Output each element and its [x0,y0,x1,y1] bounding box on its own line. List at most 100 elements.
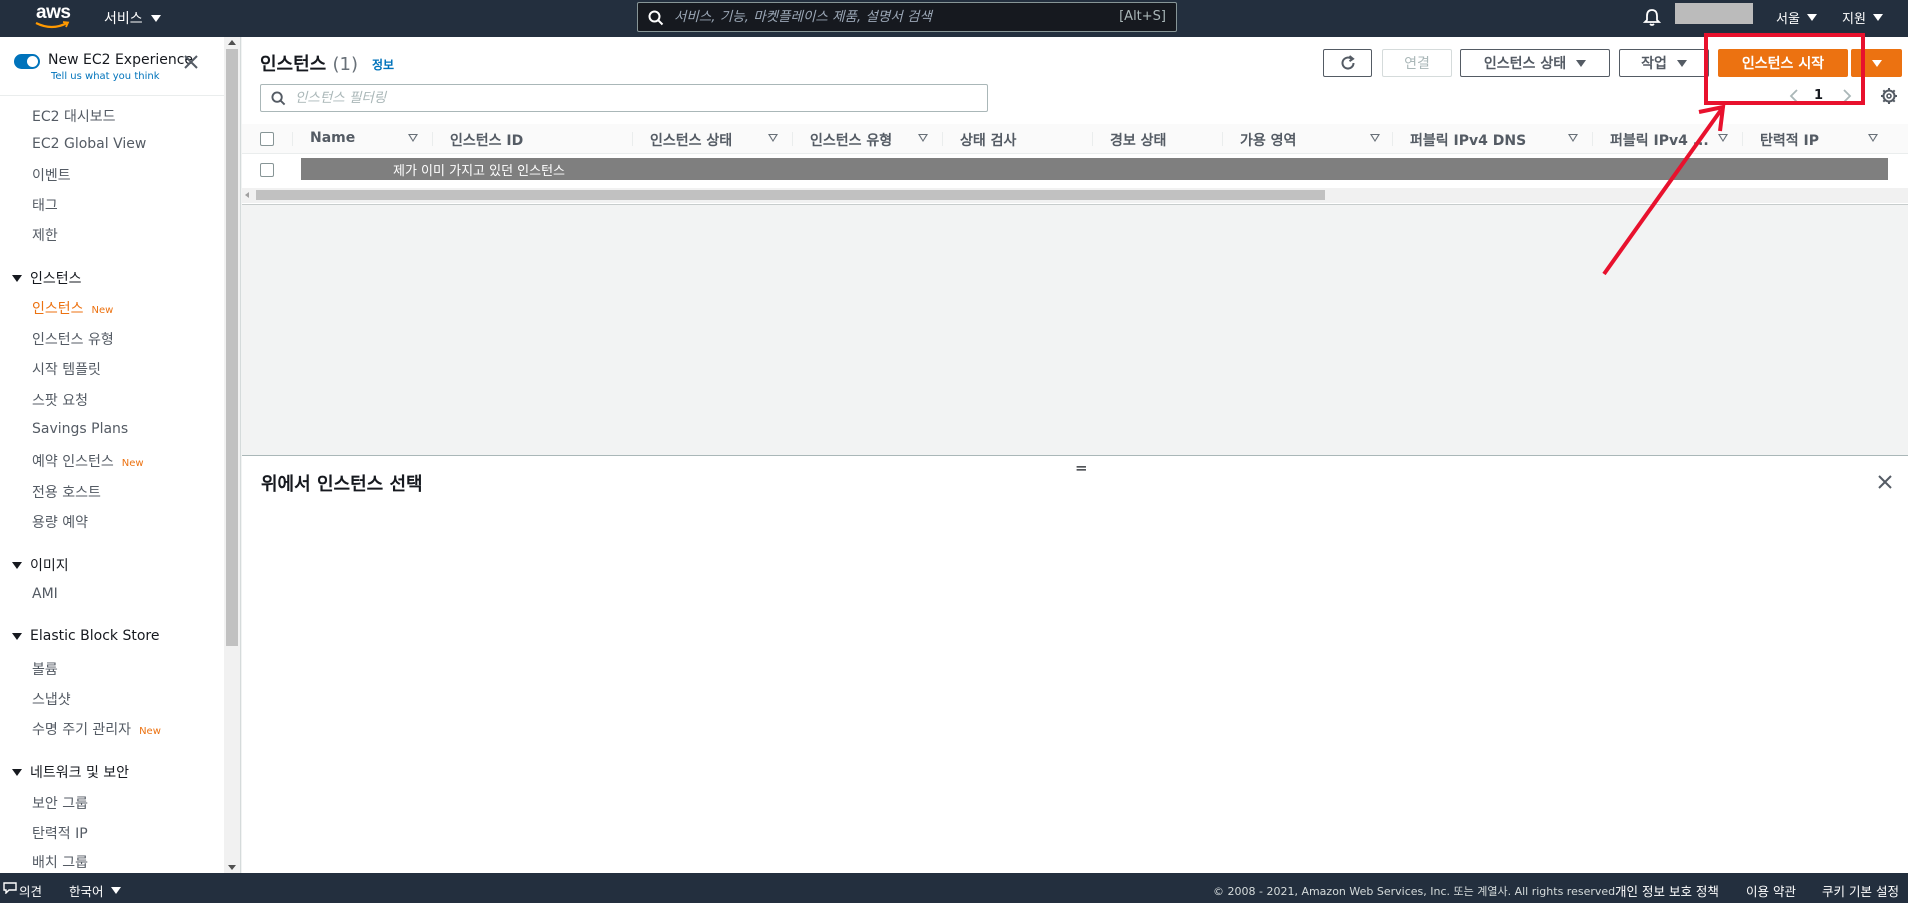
column-header-instance-type[interactable]: 인스턴스 유형 [810,130,892,150]
caret-down-icon [1872,14,1883,21]
resize-handle-icon[interactable]: = [1075,459,1088,477]
sidebar-item-limits[interactable]: 제한 [32,225,58,245]
feedback-link[interactable]: 의견 [19,881,42,900]
connect-button[interactable]: 연결 [1382,49,1452,77]
region-selector[interactable]: 서울 [1776,8,1817,27]
sidebar-item-tags[interactable]: 태그 [32,195,58,215]
new-experience-toggle[interactable] [14,54,40,69]
sidebar-item-security-groups[interactable]: 보안 그룹 [32,793,88,813]
sort-icon[interactable] [918,134,928,142]
sidebar-divider [0,95,224,96]
column-header-elastic-ip[interactable]: 탄력적 IP [1760,130,1819,150]
search-shortcut-hint: [Alt+S] [1119,9,1166,24]
search-icon [271,91,286,106]
caret-down-icon [1806,14,1817,21]
column-header-instance-id[interactable]: 인스턴스 ID [450,130,523,150]
close-icon[interactable] [1878,475,1892,489]
sort-icon[interactable] [768,134,778,142]
caret-down-icon [1676,59,1687,67]
scroll-down-icon[interactable] [228,865,236,870]
instance-filter[interactable] [260,84,988,112]
refresh-icon [1341,55,1355,70]
sidebar-item-savings-plans[interactable]: Savings Plans [32,421,128,437]
language-selector[interactable]: 한국어 [69,881,121,900]
column-header-name[interactable]: Name [310,130,355,146]
aws-logo[interactable]: aws [34,2,74,32]
global-search[interactable]: [Alt+S] [637,2,1177,32]
sidebar-item-ami[interactable]: AMI [32,586,58,602]
select-all-checkbox[interactable] [260,132,274,146]
new-badge: New [139,726,161,737]
sidebar-item-spot-requests[interactable]: 스팟 요청 [32,390,88,410]
column-divider [792,132,793,146]
sidebar-item-snapshots[interactable]: 스냅샷 [32,689,71,709]
language-label: 한국어 [69,884,104,899]
feedback-icon[interactable] [3,882,17,894]
sidebar-item-elastic-ips[interactable]: 탄력적 IP [32,823,88,843]
connect-label: 연결 [1404,56,1430,72]
sidebar-item-volumes[interactable]: 볼륨 [32,659,58,679]
instance-filter-input[interactable] [295,89,895,107]
sort-icon[interactable] [1868,134,1878,142]
sort-icon[interactable] [408,134,418,142]
sidebar-item-dedicated-hosts[interactable]: 전용 호스트 [32,482,101,502]
column-divider [1092,132,1093,146]
column-header-alarm-status[interactable]: 경보 상태 [1110,130,1166,150]
refresh-button[interactable] [1323,49,1372,77]
sidebar-item-events[interactable]: 이벤트 [32,165,71,185]
caret-down-icon [12,561,22,569]
row-checkbox[interactable] [260,163,274,177]
section-label: 이미지 [30,558,69,574]
support-menu[interactable]: 지원 [1842,8,1883,27]
sidebar-item-lifecycle-manager[interactable]: 수명 주기 관리자 New [32,719,161,739]
scrollbar-thumb[interactable] [226,49,238,646]
info-link[interactable]: 정보 [372,56,394,73]
scrollbar-thumb[interactable] [256,190,1325,200]
actions-label: 작업 [1641,56,1667,72]
column-header-status-check[interactable]: 상태 검사 [960,130,1016,150]
sidebar-item-placement-groups[interactable]: 배치 그룹 [32,852,88,872]
sidebar-section-network-security[interactable]: 네트워크 및 보안 [12,762,129,782]
feedback-link[interactable]: Tell us what you think [51,71,160,82]
sidebar-section-ebs[interactable]: Elastic Block Store [12,628,159,644]
gear-icon[interactable] [1880,87,1898,105]
caret-down-icon [150,14,161,22]
page-title-text: 인스턴스 [260,54,327,75]
sidebar-item-capacity-reservations[interactable]: 용량 예약 [32,512,88,532]
sidebar-item-ec2-dashboard[interactable]: EC2 대시보드 [32,106,116,126]
terms-link[interactable]: 이용 약관 [1746,881,1796,900]
new-badge: New [121,458,144,469]
sidebar-section-images[interactable]: 이미지 [12,555,69,575]
footer: 의견 한국어 © 2008 - 2021, Amazon Web Service… [0,873,1908,903]
instance-count: (1) [332,54,359,75]
sidebar-item-launch-templates[interactable]: 시작 템플릿 [32,359,101,379]
sidebar-item-instances[interactable]: 인스턴스 New [32,298,113,318]
column-header-instance-state[interactable]: 인스턴스 상태 [650,130,732,150]
services-menu[interactable]: 서비스 [104,8,161,28]
notifications-bell-icon[interactable] [1643,8,1661,27]
column-header-public-ipv4-dns[interactable]: 퍼블릭 IPv4 DNS [1410,130,1526,150]
column-header-availability-zone[interactable]: 가용 영역 [1240,130,1296,150]
sort-icon[interactable] [1568,134,1578,142]
account-menu-redacted[interactable] [1675,3,1753,24]
global-search-input[interactable] [674,7,1094,27]
sort-icon[interactable] [1370,134,1380,142]
new-experience-toggle-panel: New EC2 Experience Tell us what you thin… [14,51,230,89]
top-navigation: aws 서비스 [Alt+S] 서울 지원 [0,0,1908,37]
sidebar-section-instances[interactable]: 인스턴스 [12,268,82,288]
caret-down-icon [110,887,121,894]
instance-state-dropdown[interactable]: 인스턴스 상태 [1460,49,1610,77]
privacy-policy-link[interactable]: 개인 정보 보호 정책 [1615,881,1719,900]
scroll-up-icon[interactable] [228,40,236,45]
column-divider [942,132,943,146]
services-label: 서비스 [104,11,143,27]
cookie-preferences-link[interactable]: 쿠키 기본 설정 [1822,881,1899,900]
actions-dropdown[interactable]: 작업 [1619,49,1709,77]
sidebar-item-ec2-global-view[interactable]: EC2 Global View [32,136,146,152]
new-badge: New [91,305,114,316]
sidebar-scrollbar[interactable] [224,37,240,873]
scroll-left-icon[interactable] [245,192,249,198]
close-icon[interactable] [184,55,198,69]
sidebar-item-reserved-instances[interactable]: 예약 인스턴스 New [32,451,144,471]
sidebar-item-instance-types[interactable]: 인스턴스 유형 [32,329,114,349]
